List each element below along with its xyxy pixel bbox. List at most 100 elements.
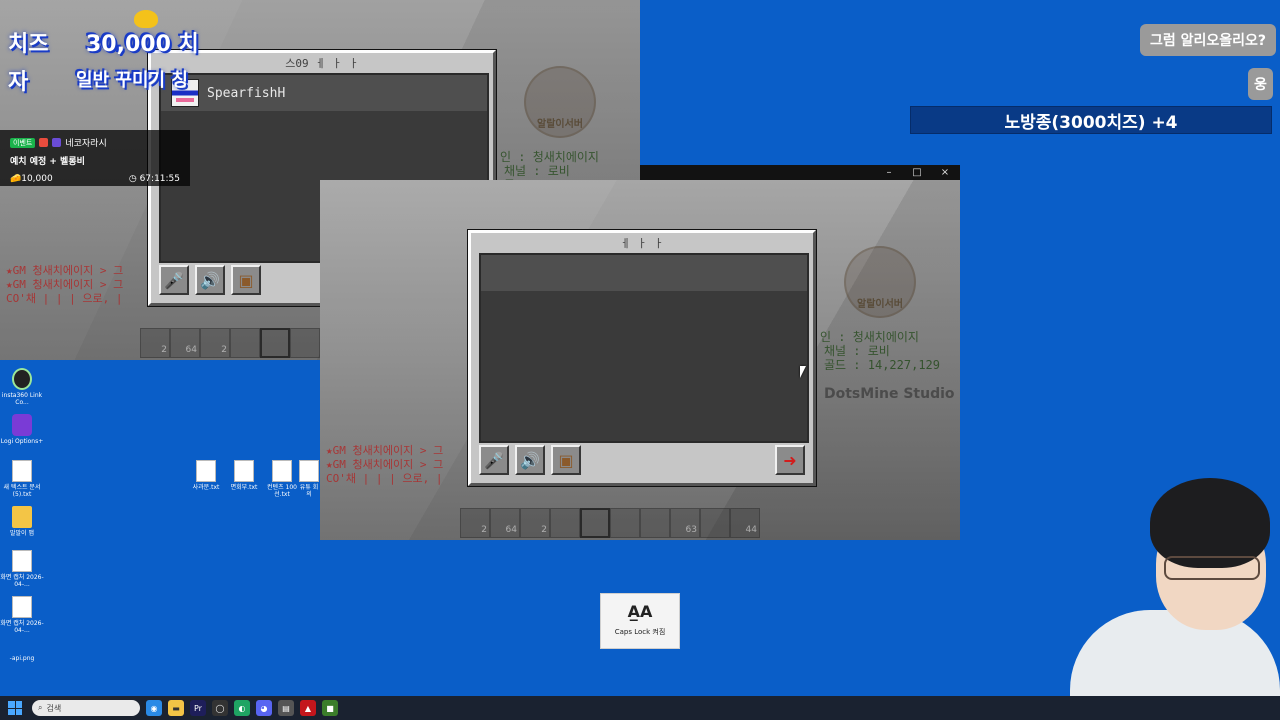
desktop-icon-label: 면회부.txt [230, 484, 258, 491]
id-card-icon: ▣ [238, 270, 254, 290]
hotbar-slot[interactable] [640, 508, 670, 538]
game-chat-line: CO'채 | | | 으로, | [6, 292, 123, 305]
player-row[interactable]: SpearfishH [161, 75, 487, 111]
id-card-icon: ▣ [558, 450, 574, 470]
server-logo: 알랄이서버 [524, 66, 596, 138]
hotbar: 2 64 2 63 44 [460, 508, 760, 538]
webcam-feed [1060, 470, 1280, 720]
text-file-icon [196, 460, 216, 482]
search-placeholder: 검색 [46, 703, 62, 713]
stream-timer-value: 67:11:55 [139, 174, 180, 184]
hud-studio: DotsMine Studio [824, 386, 955, 402]
window-titlebar[interactable]: – □ × [640, 165, 960, 180]
mic-off-icon: 🎤 [164, 270, 184, 290]
desktop-icon-screenshot[interactable]: 화면 캡처 2026-04-... [0, 596, 44, 634]
acrobat-icon[interactable]: ▲ [300, 700, 316, 716]
speaker-button[interactable]: 🔊 [195, 265, 225, 295]
discord-icon[interactable]: ◕ [256, 700, 272, 716]
fire-icon [39, 138, 49, 147]
text-file-icon [272, 460, 292, 482]
hotbar-slot[interactable]: 63 [670, 508, 700, 538]
desktop-icon-label: -api.png [9, 655, 35, 662]
obs-icon[interactable]: ◯ [212, 700, 228, 716]
desktop-icon-png[interactable]: -api.png [0, 655, 44, 663]
hud-gold: 골드 : 14,227,129 [824, 358, 941, 372]
mouse-cursor-icon [800, 366, 806, 378]
exit-button[interactable]: ➜ [775, 445, 805, 475]
image-file-icon [12, 596, 32, 618]
hotbar-slot[interactable]: 2 [140, 328, 170, 358]
insta360-icon [12, 368, 32, 390]
exit-icon: ➜ [783, 450, 797, 470]
donation-goal-bar: 노방종(3000치즈) +4 [910, 106, 1272, 134]
mute-mic-button[interactable]: 🎤 [159, 265, 189, 295]
explorer-icon[interactable]: ▬ [168, 700, 184, 716]
hotbar-slot[interactable]: 2 [200, 328, 230, 358]
speaker-button[interactable]: 🔊 [515, 445, 545, 475]
streamer-glasses [1164, 556, 1260, 580]
cheese-count: 🧀10,000 [10, 174, 53, 184]
logi-icon [12, 414, 32, 436]
hotbar-slot[interactable] [550, 508, 580, 538]
profile-button[interactable]: ▣ [231, 265, 261, 295]
close-button[interactable]: × [938, 167, 952, 178]
server-logo-text: 알랄이서버 [857, 299, 903, 310]
hotbar-slot[interactable]: 2 [520, 508, 550, 538]
desktop-icon-textfile[interactable]: 유튜 회의 [298, 460, 320, 498]
desktop-icon-label: insta360 Link Co... [1, 392, 43, 406]
cheese-count-value: 10,000 [21, 174, 53, 184]
hotbar-slot[interactable] [610, 508, 640, 538]
overlay-cheese-left: 치즈 [8, 32, 49, 57]
game-window-bottom[interactable]: 알랄이서버 인 : 청새치에이지 채널 : 로비 골드 : 14,227,129… [320, 180, 960, 540]
search-icon: ⌕ [38, 703, 43, 712]
game-chat-line: CO'채 | | | 으로, | [326, 472, 443, 485]
hotbar-slot[interactable] [700, 508, 730, 538]
chrome-icon[interactable]: ◉ [146, 700, 162, 716]
taskbar: ⌕ 검색 ◉ ▬ Pr ◯ ◐ ◕ ▤ ▲ ■ [0, 696, 1280, 720]
taskbar-search[interactable]: ⌕ 검색 [32, 700, 140, 716]
folder-icon [12, 506, 32, 528]
server-logo-text: 알랄이서버 [537, 119, 583, 130]
minecraft-icon[interactable]: ■ [322, 700, 338, 716]
hotbar-slot[interactable]: 64 [170, 328, 200, 358]
hotbar-slot[interactable]: 64 [490, 508, 520, 538]
player-list [479, 253, 809, 443]
desktop-icon-insta360[interactable]: insta360 Link Co... [0, 368, 44, 406]
desktop-icon-screenshot[interactable]: 화면 캡처 2026-04-... [0, 550, 44, 588]
minimize-button[interactable]: – [882, 167, 896, 178]
desktop-icon-label: 화면 캡처 2026-04-... [0, 574, 44, 588]
premiere-icon[interactable]: Pr [190, 700, 206, 716]
desktop-icon-label: Logi Options+ [0, 438, 44, 445]
profile-button[interactable]: ▣ [551, 445, 581, 475]
mute-mic-button[interactable]: 🎤 [479, 445, 509, 475]
app-icon[interactable]: ▤ [278, 700, 294, 716]
desktop-icon-logi[interactable]: Logi Options+ [0, 414, 44, 446]
app-icon[interactable]: ◐ [234, 700, 250, 716]
panel-buttons: 🎤 🔊 ▣ [479, 445, 805, 475]
panel-title: ㅔ ㅏ ㅏ [620, 237, 664, 250]
overlay-cheese-left-2: 자 [8, 70, 29, 95]
overlay-cheese-amount: 30,000 치 [86, 32, 199, 57]
event-tag: 이벤트 [10, 137, 36, 148]
hotbar-slot[interactable] [290, 328, 320, 358]
stream-timer: ◷ 67:11:55 [128, 174, 180, 184]
panel-title: 스09 ㅔ ㅏ ㅏ [285, 57, 359, 70]
start-button[interactable] [8, 701, 22, 715]
desktop-icon-textfile[interactable]: 새 텍스트 문서 (5).txt [0, 460, 44, 498]
hotbar-slot[interactable] [230, 328, 260, 358]
desktop-icon-label: 사과문.txt [192, 484, 220, 491]
stream-title: 예치 예정 + 벨롱비 [10, 157, 85, 167]
text-file-icon [299, 460, 319, 482]
text-file-icon [12, 460, 32, 482]
hotbar-slot-selected[interactable] [260, 328, 290, 358]
desktop-icon-label: 말말이 맵 [10, 530, 34, 537]
hotbar-slot[interactable]: 2 [460, 508, 490, 538]
hotbar-slot-selected[interactable] [580, 508, 610, 538]
channel-name: 네코자라시 [65, 139, 107, 149]
overlay-cheese-sub: 일반 꾸미기 칭 [76, 70, 188, 91]
hotbar-slot[interactable]: 44 [730, 508, 760, 538]
maximize-button[interactable]: □ [910, 167, 924, 178]
player-row-empty[interactable] [481, 255, 807, 291]
desktop-icon-folder[interactable]: 말말이 맵 [0, 506, 44, 538]
desktop-icon-label: 새 텍스트 문서 (5).txt [3, 484, 41, 498]
